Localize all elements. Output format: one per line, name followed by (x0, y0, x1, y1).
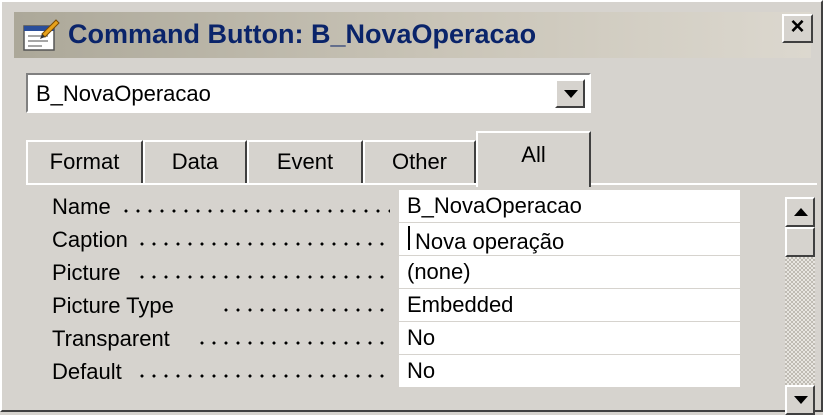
leader-dots (136, 225, 390, 251)
tab-format[interactable]: Format (26, 140, 143, 185)
property-row-caption[interactable]: Caption Nova operação (26, 223, 740, 256)
property-row-picture-type[interactable]: Picture Type Embedded (26, 289, 740, 322)
vertical-scrollbar[interactable] (785, 197, 815, 415)
leader-dots (136, 258, 390, 284)
property-value-field[interactable]: B_NovaOperacao (399, 190, 740, 223)
chevron-down-icon (564, 90, 578, 98)
property-label: Default (52, 359, 122, 384)
title-bar[interactable]: Command Button: B_NovaOperacao (14, 12, 811, 58)
window-title: Command Button: B_NovaOperacao (68, 19, 537, 49)
object-selector-dropdown-button[interactable] (555, 79, 585, 108)
leader-dots (196, 324, 390, 350)
object-selector-value: B_NovaOperacao (36, 81, 211, 106)
scroll-up-button[interactable] (785, 197, 815, 227)
property-row-picture[interactable]: Picture (none) (26, 256, 740, 289)
property-row-name[interactable]: Name B_NovaOperacao (26, 190, 740, 223)
leader-dots (136, 357, 390, 383)
leader-dots (220, 291, 390, 317)
property-sheet-window: Command Button: B_NovaOperacao × B_NovaO… (0, 0, 823, 415)
property-value: No (407, 325, 436, 350)
property-value-field[interactable]: Embedded (399, 289, 740, 322)
scroll-up-arrow-icon (794, 208, 808, 216)
property-value: No (407, 358, 436, 383)
property-value-field[interactable]: No (399, 355, 740, 388)
tab-all[interactable]: All (476, 131, 591, 187)
property-value-field[interactable]: (none) (399, 256, 740, 289)
property-label: Name (52, 194, 111, 219)
property-label: Picture Type (52, 293, 174, 318)
tab-event[interactable]: Event (247, 140, 363, 185)
property-grid: Name B_NovaOperacao Caption Nova operaçã… (26, 185, 821, 407)
scroll-down-button[interactable] (785, 385, 815, 415)
property-label: Caption (52, 227, 128, 252)
property-value-field[interactable]: Nova operação (399, 223, 740, 256)
property-value: Nova operação (415, 229, 565, 254)
tab-data[interactable]: Data (143, 140, 247, 185)
property-value: (none) (407, 259, 471, 284)
scroll-down-arrow-icon (794, 396, 808, 404)
property-value-field[interactable]: No (399, 322, 740, 355)
properties-sheet-icon (23, 19, 60, 51)
object-selector-combo[interactable]: B_NovaOperacao (26, 73, 591, 113)
tab-other[interactable]: Other (363, 140, 476, 185)
property-label: Picture (52, 260, 121, 285)
property-label: Transparent (52, 326, 170, 351)
close-button[interactable]: × (782, 14, 813, 43)
text-caret (408, 226, 410, 250)
property-value: Embedded (407, 292, 514, 317)
scrollbar-thumb[interactable] (785, 227, 815, 257)
property-row-default[interactable]: Default No (26, 355, 740, 388)
leader-dots (120, 192, 390, 218)
property-row-transparent[interactable]: Transparent No (26, 322, 740, 355)
property-value: B_NovaOperacao (407, 193, 582, 218)
